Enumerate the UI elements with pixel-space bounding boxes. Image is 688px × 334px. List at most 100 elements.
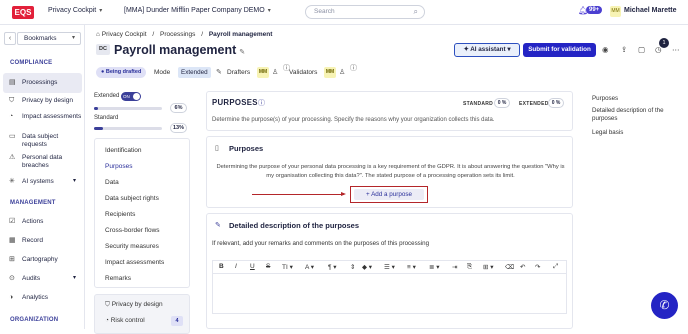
edit-icon[interactable]: ✎ [239,49,245,56]
ai-assistant-label: AI assistant [470,46,506,53]
align-button[interactable]: ≣ ▾ [429,263,440,271]
document-icon: ▭ [9,133,16,140]
info-icon[interactable]: ⓘ [258,98,265,108]
eye-icon[interactable]: ◉ [602,45,609,54]
strikethrough-button[interactable]: S [266,263,270,270]
redo-icon[interactable]: ↷ [535,263,540,271]
section-nav-remarks[interactable]: Remarks [105,275,131,282]
ai-assistant-button[interactable]: ✦ AI assistant ▾ [454,43,520,57]
sidebar-item-personal-data-breaches[interactable]: ⚠ Personal data breaches [3,154,82,169]
detailed-description-editor[interactable] [212,274,567,314]
company-switcher[interactable]: [MMA] Dunder Mifflin Paper Company DEMO ▾ [124,7,271,14]
standard-percent-pill: 0 % [494,98,510,108]
page-title: Payroll management [114,43,237,57]
sidebar-item-label: Cartography [22,256,58,263]
bold-button[interactable]: B [219,263,224,270]
paragraph-button[interactable]: ¶ ▾ [328,263,337,271]
annotation-arrowhead [341,192,346,196]
link-button[interactable]: ⎘ [467,263,472,271]
section-nav-data[interactable]: Data [105,179,119,186]
sidebar-item-analytics[interactable]: ◑ Analytics [3,294,82,302]
outline-detailed-description[interactable]: Detailed description of the purposes [592,107,682,123]
app-switcher[interactable]: Privacy Cockpit ▾ [48,7,102,14]
numbered-list-button[interactable]: ≡ ▾ [407,263,416,271]
text-size-button[interactable]: TI ▾ [282,263,293,271]
section-nav-recipients[interactable]: Recipients [105,211,135,218]
line-height-button[interactable]: ⇕ [350,263,355,271]
add-user-icon[interactable]: ♙ [272,68,278,76]
standard-percent: 13% [170,123,187,133]
sidebar-item-data-subject-requests[interactable]: ▭ Data subject requests [3,133,82,148]
add-user-icon[interactable]: ♙ [339,68,345,76]
collapse-sidebar-button[interactable]: ‹ [4,32,16,45]
mode-value[interactable]: Extended [178,67,211,78]
section-nav-cross-border-flows[interactable]: Cross-border flows [105,227,160,234]
sidebar-item-ai-systems[interactable]: ✳ AI systems ▾ [3,178,82,186]
indent-button[interactable]: ⇥ [452,263,457,271]
record-icon: ▦ [9,237,16,244]
underline-button[interactable]: U [250,263,255,270]
sidebar-item-actions[interactable]: ☑ Actions [3,218,82,226]
section-nav-data-subject-rights[interactable]: Data subject rights [105,195,159,202]
sidebar-item-audits[interactable]: ⊙ Audits ▾ [3,275,82,283]
submit-for-validation-button[interactable]: Submit for validation [523,43,596,57]
section-nav-security-measures[interactable]: Security measures [105,243,159,250]
clear-format-button[interactable]: ⌫ [505,263,514,271]
sidebar-item-label: Privacy by design [22,97,73,104]
processing-badge: DC [96,44,110,55]
editor-toolbar: B I U S TI ▾ A ▾ ¶ ▾ ⇕ ◆ ▾ ☰ ▾ ≡ ▾ ≣ ▾ ⇥… [212,260,567,274]
sidebar-item-label: Record [22,237,43,244]
eqs-logo[interactable]: EQS [12,6,34,19]
purposes-card-title: Purposes [229,144,264,153]
processings-icon: ▤ [9,79,16,86]
sidebar-item-cartography[interactable]: ⊞ Cartography [3,256,82,264]
table-button[interactable]: ⊞ ▾ [483,263,494,271]
add-purpose-button[interactable]: + Add a purpose [354,189,424,200]
risk-control-link[interactable]: ◔ Risk control [105,317,145,324]
sidebar-item-record[interactable]: ▦ Record [3,237,82,245]
company-name: [MMA] Dunder Mifflin Paper Company DEMO [124,7,265,14]
pencil-icon: ✎ [215,222,221,229]
italic-button[interactable]: I [235,263,237,270]
section-nav-identification[interactable]: Identification [105,147,142,154]
bookmarks-dropdown[interactable]: Bookmarks ▾ [17,32,81,45]
info-icon[interactable]: ⓘ [350,63,357,73]
more-icon[interactable]: ⋯ [672,45,680,54]
risk-count-badge: 4 [171,316,183,326]
analytics-icon: ◑ [9,294,14,301]
sidebar-item-impact-assessments[interactable]: ◔ Impact assessments [3,113,82,121]
extended-level-label: Extended [94,93,120,99]
outline-legal-basis[interactable]: Legal basis [592,129,682,137]
extra-section-nav: ⛉ Privacy by design ◔ Risk control 4 [94,294,190,334]
sidebar-item-privacy-by-design[interactable]: ⛉ Privacy by design [3,97,82,105]
drafter-avatar[interactable]: MM [257,67,269,78]
share-icon[interactable]: ⇪ [621,45,627,54]
privacy-by-design-link[interactable]: ⛉ Privacy by design [105,301,163,309]
search-input[interactable]: Search ⌕ [305,5,425,19]
user-avatar[interactable]: MM [610,6,621,17]
pencil-icon: ✎ [216,69,222,76]
section-nav-impact-assessments[interactable]: Impact assessments [105,259,164,266]
chat-icon: ✆ [659,298,670,312]
breadcrumb-privacy-cockpit[interactable]: Privacy Cockpit [102,31,147,38]
sidebar-item-processings[interactable]: ▤ Processings [3,73,82,93]
outline-purposes[interactable]: Purposes [592,95,682,103]
undo-icon[interactable]: ↶ [520,263,525,271]
purposes-desc-line-1: Determining the purpose of your personal… [216,164,565,170]
check-icon: ☑ [9,218,16,225]
bullet-list-button[interactable]: ☰ ▾ [384,263,395,271]
fullscreen-icon[interactable]: ⤢ [553,263,558,271]
section-nav-purposes[interactable]: Purposes [105,163,132,170]
font-color-button[interactable]: A ▾ [305,263,314,271]
extended-progress-bar [94,107,162,110]
risk-control-label: Risk control [110,317,145,324]
breadcrumb-processings[interactable]: Processings [160,31,195,38]
chat-help-button[interactable]: ✆ [651,292,678,319]
user-menu[interactable]: Michael Marette [624,7,677,14]
highlight-button[interactable]: ◆ ▾ [362,263,372,271]
validator-avatar[interactable]: MM [324,67,336,78]
comments-icon[interactable]: ▢ [638,45,645,54]
detailed-description-title: Detailed description of the purposes [229,221,360,230]
extended-toggle[interactable]: ON [121,92,141,101]
purposes-desc-line-2: my organisation collecting this data?". … [266,173,515,179]
